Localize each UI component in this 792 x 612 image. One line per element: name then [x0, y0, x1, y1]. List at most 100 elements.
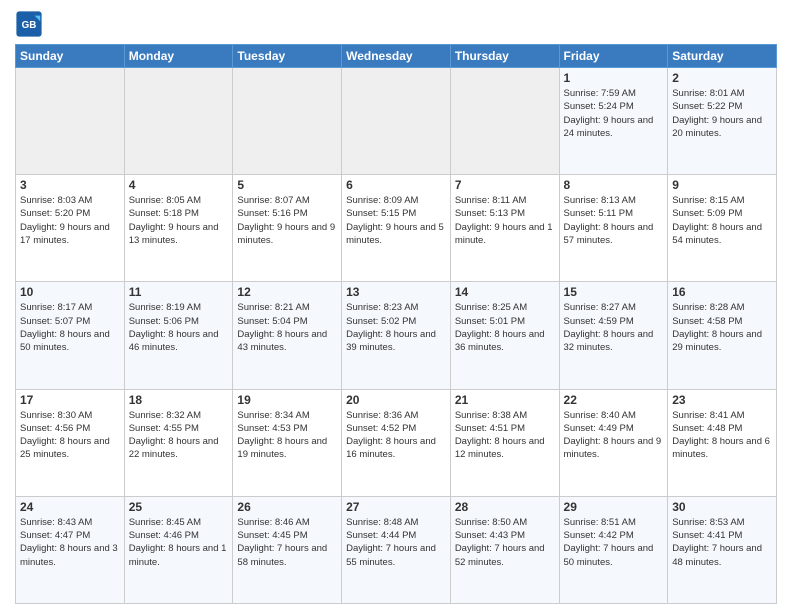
calendar-cell: 7 Sunrise: 8:11 AM Sunset: 5:13 PM Daylig…	[450, 175, 559, 282]
calendar-cell	[16, 68, 125, 175]
calendar-header-row: SundayMondayTuesdayWednesdayThursdayFrid…	[16, 45, 777, 68]
calendar-week-row: 3 Sunrise: 8:03 AM Sunset: 5:20 PM Daylig…	[16, 175, 777, 282]
calendar-cell: 17 Sunrise: 8:30 AM Sunset: 4:56 PM Dayli…	[16, 389, 125, 496]
day-info: Sunrise: 8:45 AM Sunset: 4:46 PM Dayligh…	[129, 516, 229, 569]
day-info: Sunrise: 8:05 AM Sunset: 5:18 PM Dayligh…	[129, 194, 229, 247]
calendar-cell: 12Sunrise: 8:21 AM Sunset: 5:04 PM Dayli…	[233, 282, 342, 389]
day-number: 16	[672, 285, 772, 299]
calendar-cell	[233, 68, 342, 175]
calendar-cell: 1 Sunrise: 7:59 AM Sunset: 5:24 PM Daylig…	[559, 68, 668, 175]
logo: GB	[15, 10, 47, 38]
day-info: Sunrise: 8:36 AM Sunset: 4:52 PM Dayligh…	[346, 409, 446, 462]
day-number: 4	[129, 178, 229, 192]
day-info: Sunrise: 8:32 AM Sunset: 4:55 PM Dayligh…	[129, 409, 229, 462]
calendar-cell: 26Sunrise: 8:46 AM Sunset: 4:45 PM Dayli…	[233, 496, 342, 603]
page: GB SundayMondayTuesdayWednesdayThursdayF…	[0, 0, 792, 612]
day-info: Sunrise: 8:28 AM Sunset: 4:58 PM Dayligh…	[672, 301, 772, 354]
calendar-cell: 30 Sunrise: 8:53 AM Sunset: 4:41 PM Dayli…	[668, 496, 777, 603]
day-number: 26	[237, 500, 337, 514]
calendar-cell: 22 Sunrise: 8:40 AM Sunset: 4:49 PM Dayli…	[559, 389, 668, 496]
day-info: Sunrise: 8:43 AM Sunset: 4:47 PM Dayligh…	[20, 516, 120, 569]
day-number: 11	[129, 285, 229, 299]
day-number: 21	[455, 393, 555, 407]
day-number: 19	[237, 393, 337, 407]
calendar-table: SundayMondayTuesdayWednesdayThursdayFrid…	[15, 44, 777, 604]
calendar-cell: 8 Sunrise: 8:13 AM Sunset: 5:11 PM Daylig…	[559, 175, 668, 282]
calendar-cell: 15 Sunrise: 8:27 AM Sunset: 4:59 PM Dayli…	[559, 282, 668, 389]
day-number: 7	[455, 178, 555, 192]
day-number: 27	[346, 500, 446, 514]
calendar-cell: 23 Sunrise: 8:41 AM Sunset: 4:48 PM Dayli…	[668, 389, 777, 496]
day-info: Sunrise: 8:01 AM Sunset: 5:22 PM Dayligh…	[672, 87, 772, 140]
weekday-header: Friday	[559, 45, 668, 68]
day-info: Sunrise: 8:41 AM Sunset: 4:48 PM Dayligh…	[672, 409, 772, 462]
calendar-week-row: 10Sunrise: 8:17 AM Sunset: 5:07 PM Dayli…	[16, 282, 777, 389]
day-info: Sunrise: 8:27 AM Sunset: 4:59 PM Dayligh…	[564, 301, 664, 354]
calendar-cell: 3 Sunrise: 8:03 AM Sunset: 5:20 PM Daylig…	[16, 175, 125, 282]
day-number: 8	[564, 178, 664, 192]
calendar-cell: 2 Sunrise: 8:01 AM Sunset: 5:22 PM Daylig…	[668, 68, 777, 175]
calendar-cell: 20 Sunrise: 8:36 AM Sunset: 4:52 PM Dayli…	[342, 389, 451, 496]
calendar-week-row: 17 Sunrise: 8:30 AM Sunset: 4:56 PM Dayli…	[16, 389, 777, 496]
calendar-week-row: 1 Sunrise: 7:59 AM Sunset: 5:24 PM Daylig…	[16, 68, 777, 175]
weekday-header: Thursday	[450, 45, 559, 68]
calendar-cell: 10Sunrise: 8:17 AM Sunset: 5:07 PM Dayli…	[16, 282, 125, 389]
weekday-header: Saturday	[668, 45, 777, 68]
logo-icon: GB	[15, 10, 43, 38]
calendar-cell: 6Sunrise: 8:09 AM Sunset: 5:15 PM Daylig…	[342, 175, 451, 282]
weekday-header: Tuesday	[233, 45, 342, 68]
calendar-cell: 14 Sunrise: 8:25 AM Sunset: 5:01 PM Dayli…	[450, 282, 559, 389]
day-number: 6	[346, 178, 446, 192]
day-info: Sunrise: 8:40 AM Sunset: 4:49 PM Dayligh…	[564, 409, 664, 462]
day-info: Sunrise: 7:59 AM Sunset: 5:24 PM Dayligh…	[564, 87, 664, 140]
header: GB	[15, 10, 777, 38]
calendar-cell: 27Sunrise: 8:48 AM Sunset: 4:44 PM Dayli…	[342, 496, 451, 603]
day-number: 15	[564, 285, 664, 299]
day-number: 1	[564, 71, 664, 85]
calendar-cell: 29Sunrise: 8:51 AM Sunset: 4:42 PM Dayli…	[559, 496, 668, 603]
calendar-cell: 16 Sunrise: 8:28 AM Sunset: 4:58 PM Dayli…	[668, 282, 777, 389]
calendar-cell: 25 Sunrise: 8:45 AM Sunset: 4:46 PM Dayli…	[124, 496, 233, 603]
day-info: Sunrise: 8:50 AM Sunset: 4:43 PM Dayligh…	[455, 516, 555, 569]
day-info: Sunrise: 8:21 AM Sunset: 5:04 PM Dayligh…	[237, 301, 337, 354]
svg-text:GB: GB	[22, 20, 37, 31]
calendar-cell: 5 Sunrise: 8:07 AM Sunset: 5:16 PM Daylig…	[233, 175, 342, 282]
calendar-cell: 4 Sunrise: 8:05 AM Sunset: 5:18 PM Daylig…	[124, 175, 233, 282]
day-number: 20	[346, 393, 446, 407]
day-info: Sunrise: 8:30 AM Sunset: 4:56 PM Dayligh…	[20, 409, 120, 462]
calendar-cell: 21 Sunrise: 8:38 AM Sunset: 4:51 PM Dayli…	[450, 389, 559, 496]
day-info: Sunrise: 8:07 AM Sunset: 5:16 PM Dayligh…	[237, 194, 337, 247]
day-info: Sunrise: 8:11 AM Sunset: 5:13 PM Dayligh…	[455, 194, 555, 247]
calendar-cell: 28 Sunrise: 8:50 AM Sunset: 4:43 PM Dayli…	[450, 496, 559, 603]
day-info: Sunrise: 8:38 AM Sunset: 4:51 PM Dayligh…	[455, 409, 555, 462]
day-number: 5	[237, 178, 337, 192]
day-number: 30	[672, 500, 772, 514]
day-info: Sunrise: 8:23 AM Sunset: 5:02 PM Dayligh…	[346, 301, 446, 354]
calendar-cell: 13 Sunrise: 8:23 AM Sunset: 5:02 PM Dayli…	[342, 282, 451, 389]
calendar-cell: 19 Sunrise: 8:34 AM Sunset: 4:53 PM Dayli…	[233, 389, 342, 496]
day-number: 18	[129, 393, 229, 407]
calendar-cell	[450, 68, 559, 175]
calendar-cell	[124, 68, 233, 175]
day-info: Sunrise: 8:34 AM Sunset: 4:53 PM Dayligh…	[237, 409, 337, 462]
day-number: 22	[564, 393, 664, 407]
day-info: Sunrise: 8:13 AM Sunset: 5:11 PM Dayligh…	[564, 194, 664, 247]
day-number: 17	[20, 393, 120, 407]
day-info: Sunrise: 8:53 AM Sunset: 4:41 PM Dayligh…	[672, 516, 772, 569]
calendar-cell: 9Sunrise: 8:15 AM Sunset: 5:09 PM Daylig…	[668, 175, 777, 282]
day-number: 25	[129, 500, 229, 514]
day-number: 28	[455, 500, 555, 514]
day-info: Sunrise: 8:25 AM Sunset: 5:01 PM Dayligh…	[455, 301, 555, 354]
day-number: 3	[20, 178, 120, 192]
day-number: 13	[346, 285, 446, 299]
day-number: 24	[20, 500, 120, 514]
calendar-cell: 11Sunrise: 8:19 AM Sunset: 5:06 PM Dayli…	[124, 282, 233, 389]
day-number: 23	[672, 393, 772, 407]
calendar-cell: 24 Sunrise: 8:43 AM Sunset: 4:47 PM Dayli…	[16, 496, 125, 603]
weekday-header: Monday	[124, 45, 233, 68]
day-info: Sunrise: 8:03 AM Sunset: 5:20 PM Dayligh…	[20, 194, 120, 247]
day-number: 14	[455, 285, 555, 299]
day-number: 9	[672, 178, 772, 192]
day-info: Sunrise: 8:17 AM Sunset: 5:07 PM Dayligh…	[20, 301, 120, 354]
day-number: 2	[672, 71, 772, 85]
